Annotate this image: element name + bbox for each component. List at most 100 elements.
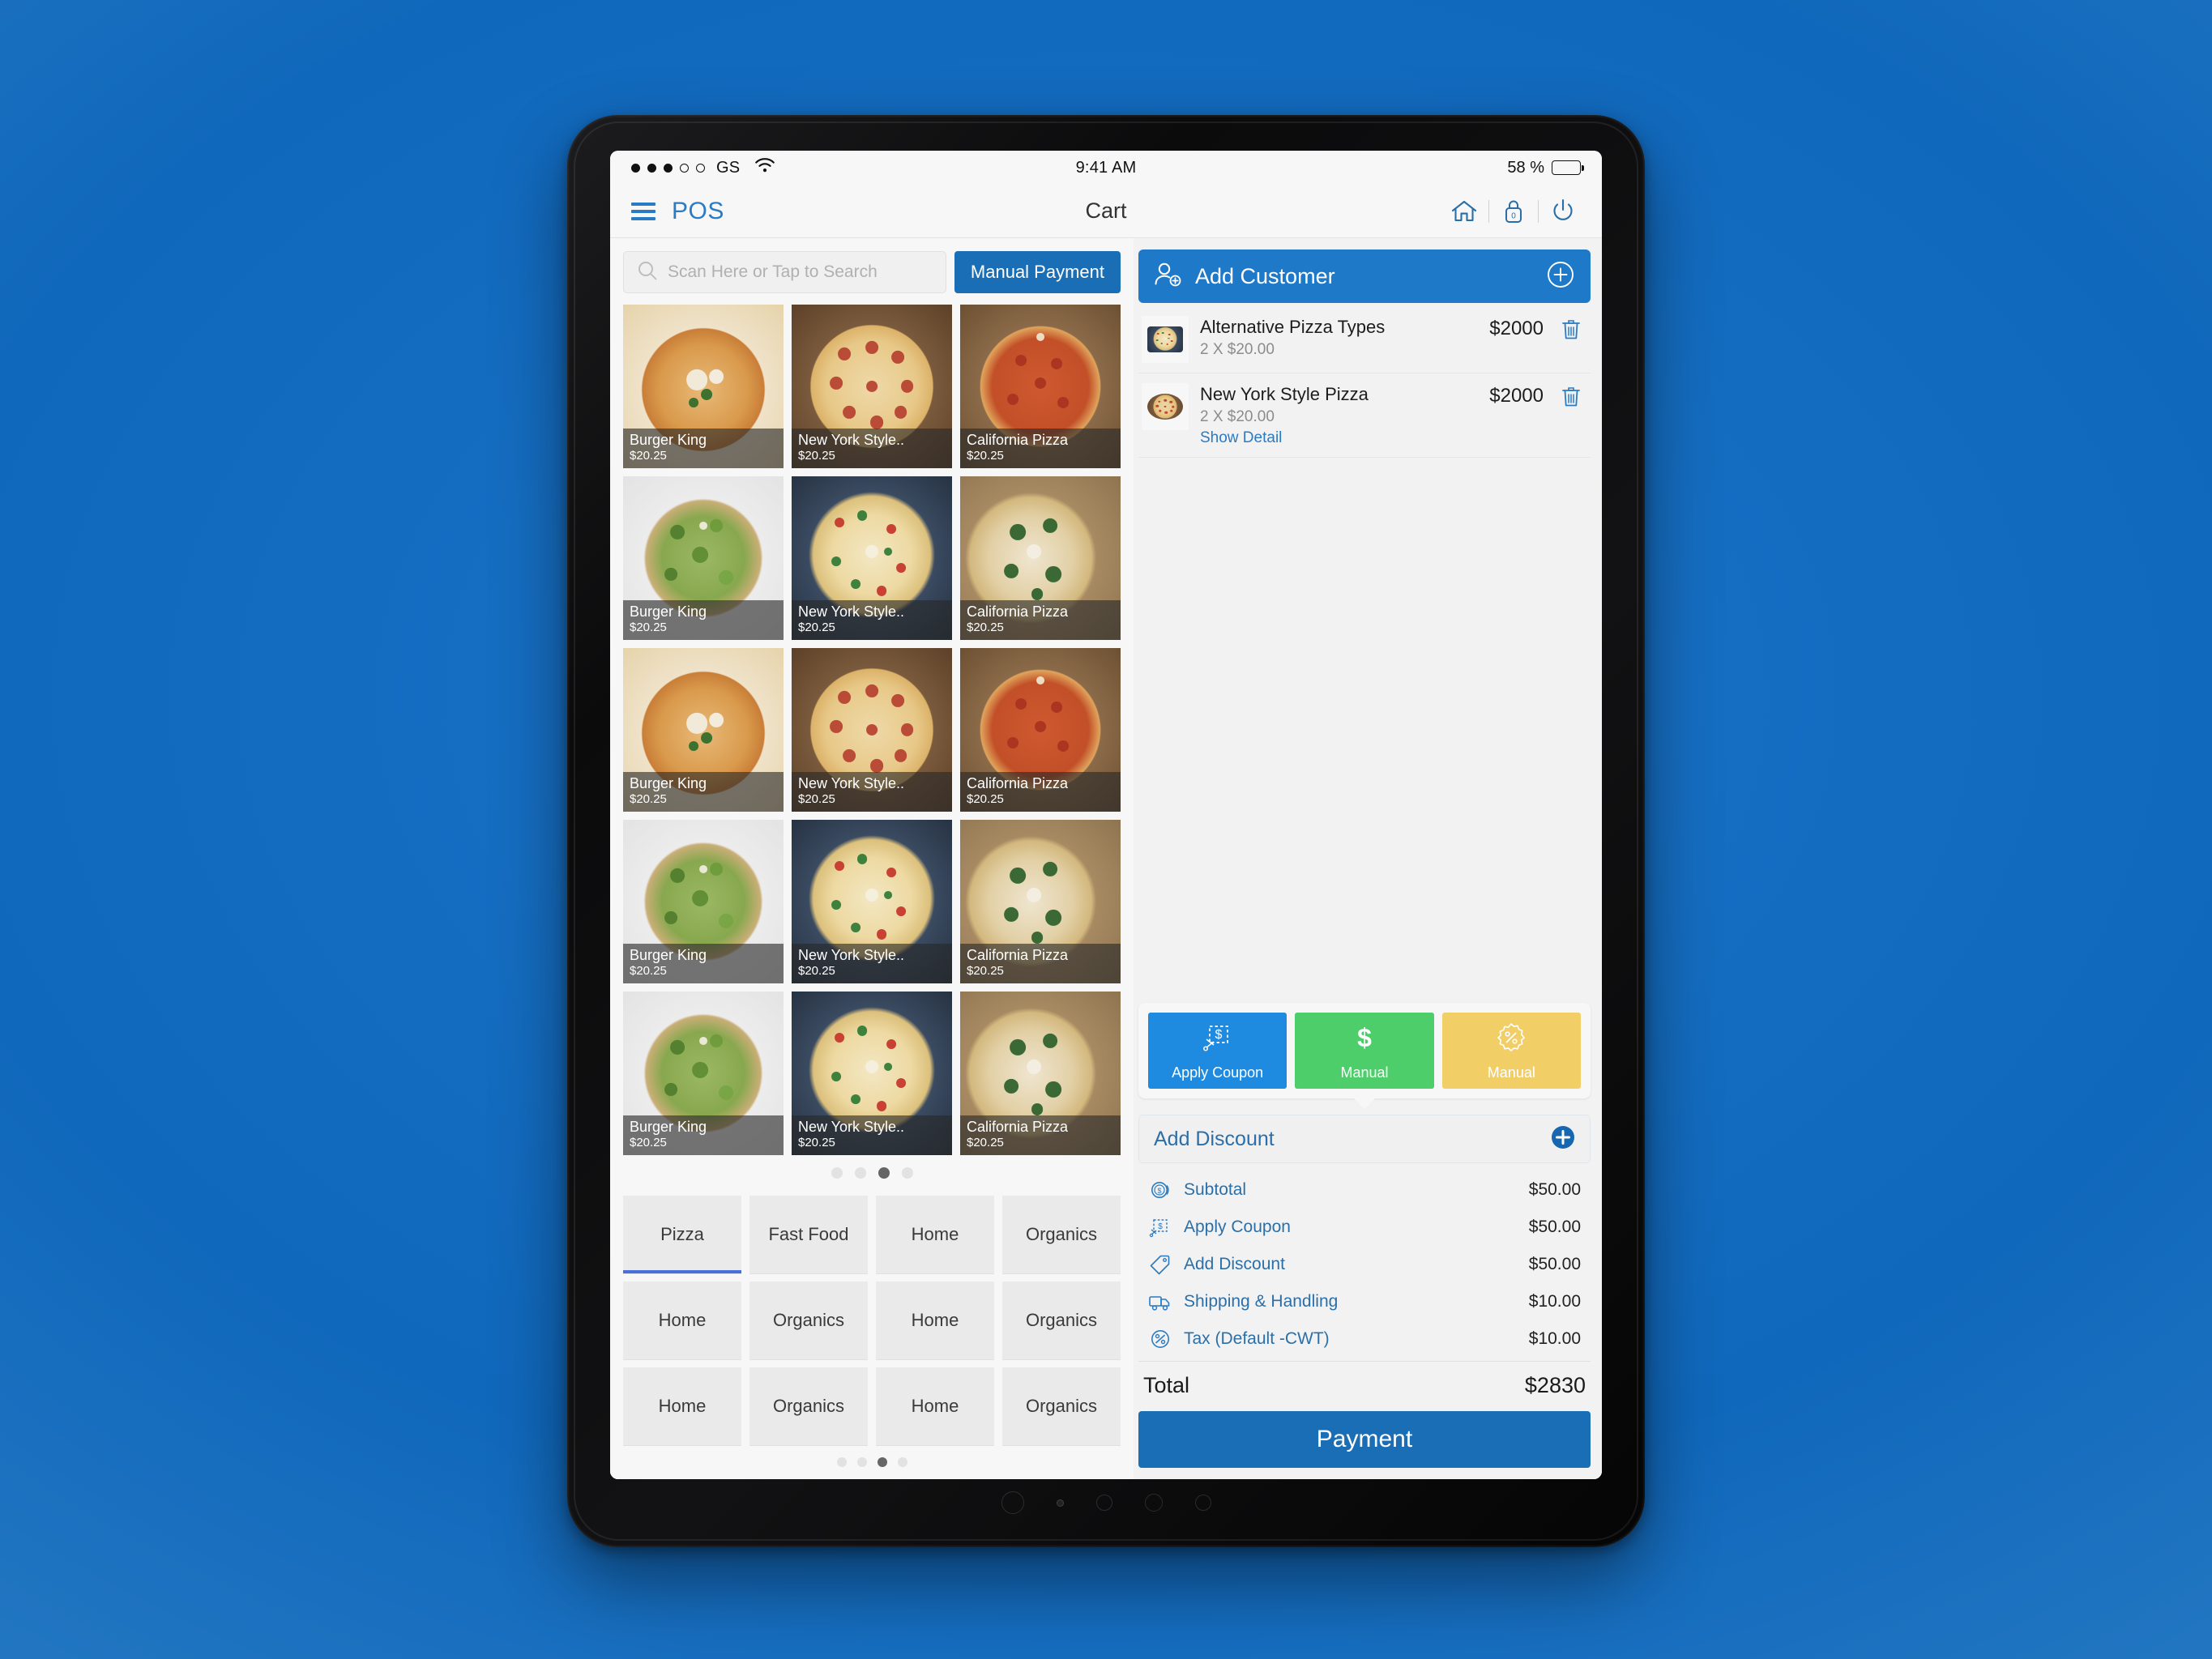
total-line-row[interactable]: Shipping & Handling $10.00 xyxy=(1143,1283,1586,1320)
product-caption: Burger King $20.25 xyxy=(623,772,784,812)
product-caption: Burger King $20.25 xyxy=(623,600,784,640)
total-line-row[interactable]: Add Discount $50.00 xyxy=(1143,1246,1586,1283)
header-divider-1 xyxy=(1488,199,1489,223)
category-button[interactable]: Pizza xyxy=(623,1196,741,1273)
product-tile[interactable]: New York Style.. $20.25 xyxy=(792,820,952,983)
device-speaker-grille xyxy=(567,1479,1645,1526)
category-button[interactable]: Organics xyxy=(1002,1367,1121,1445)
pagination-dot[interactable] xyxy=(836,1457,847,1467)
truck-icon xyxy=(1148,1290,1172,1313)
category-button[interactable]: Organics xyxy=(1002,1196,1121,1273)
product-tile[interactable]: New York Style.. $20.25 xyxy=(792,648,952,812)
product-tile[interactable]: Burger King $20.25 xyxy=(623,476,784,640)
battery-icon xyxy=(1552,160,1584,175)
carrier-label: GS xyxy=(716,158,741,177)
product-tile[interactable]: California Pizza $20.25 xyxy=(960,305,1121,468)
status-bar: GS 9:41 AM 58 % xyxy=(610,151,1602,185)
show-detail-link[interactable]: Show Detail xyxy=(1200,429,1478,447)
total-line-row[interactable]: $ Subtotal $50.00 xyxy=(1143,1171,1586,1209)
add-customer-label: Add Customer xyxy=(1195,263,1335,288)
pagination-dot[interactable] xyxy=(877,1457,887,1467)
product-name: New York Style.. xyxy=(798,947,905,964)
catalog-pane: Scan Here or Tap to Search Manual Paymen… xyxy=(610,238,1134,1479)
category-button[interactable]: Home xyxy=(876,1282,994,1359)
dollar-icon: $ xyxy=(1348,1020,1381,1060)
status-bar-right: 58 % xyxy=(1507,159,1584,177)
signal-dot-3 xyxy=(664,163,673,173)
product-tile[interactable]: Burger King $20.25 xyxy=(623,648,784,812)
pagination-dot[interactable] xyxy=(897,1457,907,1467)
home-icon[interactable] xyxy=(1443,194,1485,228)
product-tile[interactable]: California Pizza $20.25 xyxy=(960,648,1121,812)
category-button[interactable]: Home xyxy=(623,1282,741,1359)
tablet-device-frame: GS 9:41 AM 58 % POS Cart 0 Scan Here or … xyxy=(567,115,1645,1547)
category-button[interactable]: Home xyxy=(623,1367,741,1445)
product-name: New York Style.. xyxy=(798,603,905,621)
pagination-dot[interactable] xyxy=(854,1167,866,1179)
pagination-dot[interactable] xyxy=(901,1167,913,1179)
coupon-dollar-icon: $ xyxy=(1200,1020,1236,1060)
product-price: $20.25 xyxy=(967,449,1004,463)
discount-action-label: Manual xyxy=(1340,1064,1389,1081)
speaker-hole xyxy=(1194,1495,1211,1511)
total-line-label: Tax (Default -CWT) xyxy=(1184,1329,1330,1348)
cart-item-price: $2000 xyxy=(1489,385,1544,407)
manual-payment-button[interactable]: Manual Payment xyxy=(954,251,1121,293)
percent-badge-icon xyxy=(1493,1020,1529,1060)
pagination-dot[interactable] xyxy=(831,1167,843,1179)
add-customer-button[interactable]: Add Customer xyxy=(1138,249,1591,303)
product-tile[interactable]: Burger King $20.25 xyxy=(623,305,784,468)
product-tile[interactable]: New York Style.. $20.25 xyxy=(792,305,952,468)
product-caption: California Pizza $20.25 xyxy=(960,944,1121,983)
product-name: Burger King xyxy=(630,1119,707,1136)
tablet-screen: GS 9:41 AM 58 % POS Cart 0 Scan Here or … xyxy=(610,151,1602,1479)
category-button[interactable]: Organics xyxy=(749,1367,868,1445)
product-caption: New York Style.. $20.25 xyxy=(792,772,952,812)
product-price: $20.25 xyxy=(630,964,667,979)
main-content: Scan Here or Tap to Search Manual Paymen… xyxy=(610,238,1602,1479)
product-tile[interactable]: California Pizza $20.25 xyxy=(960,820,1121,983)
category-button[interactable]: Organics xyxy=(749,1282,868,1359)
product-tile[interactable]: Burger King $20.25 xyxy=(623,992,784,1155)
lock-icon[interactable]: 0 xyxy=(1492,194,1535,228)
add-discount-button[interactable]: Add Discount xyxy=(1138,1115,1591,1163)
percent-circle-icon xyxy=(1148,1328,1172,1350)
total-line-value: $10.00 xyxy=(1528,1292,1581,1311)
discount-action-button[interactable]: Manual xyxy=(1441,1013,1581,1089)
product-tile[interactable]: California Pizza $20.25 xyxy=(960,992,1121,1155)
total-line-row[interactable]: Tax (Default -CWT) $10.00 xyxy=(1143,1320,1586,1358)
category-button[interactable]: Home xyxy=(876,1196,994,1273)
category-button[interactable]: Home xyxy=(876,1367,994,1445)
category-button[interactable]: Fast Food xyxy=(749,1196,868,1273)
plus-circle-icon[interactable] xyxy=(1545,259,1576,294)
product-tile[interactable]: Burger King $20.25 xyxy=(623,820,784,983)
discount-action-button[interactable]: $ Manual xyxy=(1295,1013,1434,1089)
product-tile[interactable]: New York Style.. $20.25 xyxy=(792,476,952,640)
trash-icon[interactable] xyxy=(1555,316,1587,342)
svg-text:$: $ xyxy=(1357,1023,1372,1052)
product-pagination xyxy=(610,1155,1134,1191)
payment-button[interactable]: Payment xyxy=(1138,1411,1591,1468)
product-price: $20.25 xyxy=(798,792,835,807)
plus-circle-icon[interactable] xyxy=(1551,1125,1575,1154)
hamburger-menu-icon[interactable] xyxy=(628,199,659,224)
speaker-hole xyxy=(1144,1494,1163,1512)
product-caption: Burger King $20.25 xyxy=(623,944,784,983)
power-icon[interactable] xyxy=(1542,194,1584,228)
category-button[interactable]: Organics xyxy=(1002,1282,1121,1359)
product-tile[interactable]: California Pizza $20.25 xyxy=(960,476,1121,640)
signal-dot-2 xyxy=(647,163,656,173)
pagination-dot[interactable] xyxy=(878,1167,890,1179)
pagination-dot[interactable] xyxy=(856,1457,867,1467)
cart-item-thumbnail xyxy=(1142,316,1189,363)
search-input[interactable]: Scan Here or Tap to Search xyxy=(623,251,946,293)
category-grid: Pizza Fast Food Home Organics Home Organics Ho… xyxy=(623,1196,1121,1445)
discount-action-button[interactable]: $ Apply Coupon xyxy=(1148,1013,1287,1089)
total-line-row[interactable]: $ Apply Coupon $50.00 xyxy=(1143,1209,1586,1246)
product-tile[interactable]: New York Style.. $20.25 xyxy=(792,992,952,1155)
app-header: POS Cart 0 xyxy=(610,185,1602,238)
discount-actions-popover: $ Apply Coupon $ Manual Manual xyxy=(1138,1003,1591,1098)
product-caption: California Pizza $20.25 xyxy=(960,772,1121,812)
cart-items-list[interactable]: Alternative Pizza Types 2 X $20.00 $2000 Ne… xyxy=(1138,303,1591,998)
trash-icon[interactable] xyxy=(1555,383,1587,409)
